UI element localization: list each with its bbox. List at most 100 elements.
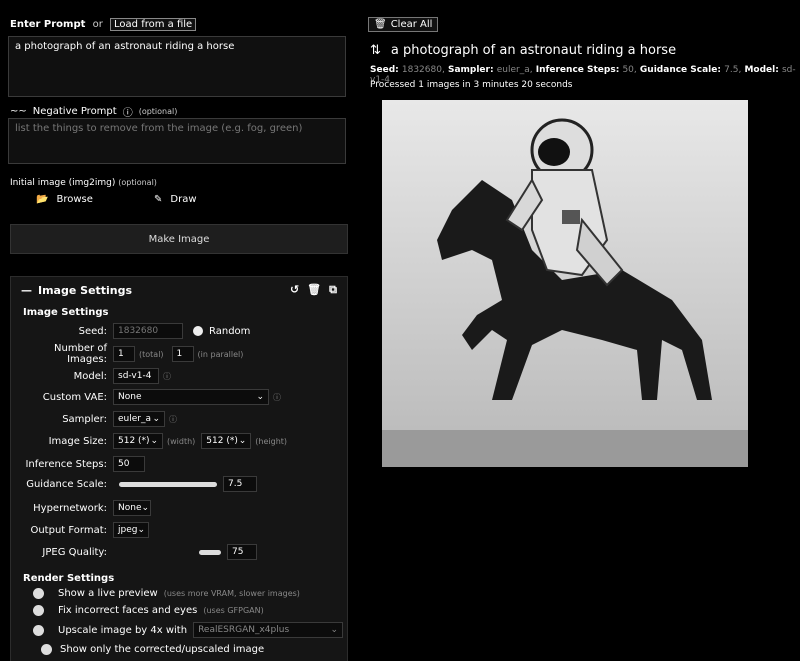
- image-settings-section-title: Image Settings: [23, 307, 109, 318]
- draw-button[interactable]: ✎ Draw: [154, 194, 197, 205]
- live-preview-checkbox[interactable]: [33, 587, 44, 599]
- height-select[interactable]: 512 (*) ⌄: [201, 433, 252, 449]
- upscale-option[interactable]: Upscale image by 4x with RealESRGAN_x4pl…: [33, 622, 353, 638]
- upscale-model-select[interactable]: RealESRGAN_x4plus ⌄: [193, 622, 344, 638]
- collapse-icon[interactable]: ⇅: [370, 43, 381, 58]
- live-preview-label: Show a live preview: [58, 587, 158, 599]
- meta-seed-label: Seed:: [370, 65, 399, 75]
- jpeg-quality-input[interactable]: 75: [227, 544, 257, 560]
- sampler-value: euler_a: [118, 414, 151, 424]
- prompt-label: Enter Prompt: [10, 19, 86, 30]
- fix-faces-option[interactable]: Fix incorrect faces and eyes (uses GFPGA…: [33, 602, 353, 618]
- fix-faces-hint: (uses GFPGAN): [203, 605, 264, 615]
- negative-prompt-label: Negative Prompt: [32, 106, 117, 117]
- astronaut-horse-image: [382, 100, 748, 467]
- chevron-down-icon: ⌄: [150, 436, 158, 446]
- guidance-scale-input[interactable]: 7.5: [223, 476, 257, 492]
- upscale-checkbox[interactable]: [33, 624, 44, 636]
- meta-guidance-label: Guidance Scale:: [639, 65, 721, 75]
- random-seed-checkbox[interactable]: [193, 326, 203, 336]
- fix-faces-checkbox[interactable]: [33, 604, 44, 616]
- make-image-button[interactable]: Make Image: [10, 224, 348, 254]
- inference-steps-input[interactable]: 50: [113, 456, 145, 472]
- jpeg-quality-row: JPEG Quality: 75: [11, 542, 347, 562]
- prompt-header: Enter Prompt or Load from a file: [10, 18, 197, 31]
- negative-prompt-toggle[interactable]: ~~ Negative Prompt ⓘ (optional): [10, 104, 177, 119]
- negative-prompt-input[interactable]: list the things to remove from the image…: [8, 118, 346, 164]
- meta-seed: 1832680,: [401, 65, 445, 75]
- image-settings-header[interactable]: — Image Settings ↺ 🗑 ⧉: [11, 277, 347, 303]
- upscale-model-value: RealESRGAN_x4plus: [198, 625, 290, 635]
- output-format-select[interactable]: jpeg ⌄: [113, 522, 149, 538]
- generated-image[interactable]: [382, 100, 748, 467]
- chevron-down-icon: ⌄: [256, 392, 264, 402]
- parallel-input[interactable]: 1: [171, 346, 194, 362]
- custom-vae-label: Custom VAE:: [42, 391, 107, 403]
- width-value: 512 (*): [118, 436, 150, 446]
- meta-guidance: 7.5,: [724, 65, 742, 75]
- chevron-down-icon: ⌄: [330, 625, 339, 635]
- model-row: Model: sd-v1-4 ⓘ: [11, 366, 347, 386]
- output-format-row: Output Format: jpeg ⌄: [11, 520, 347, 540]
- reset-icon[interactable]: ↺: [290, 283, 299, 297]
- settings-actions: ↺ 🗑 ⧉: [290, 283, 337, 297]
- clear-all-label: Clear All: [390, 19, 433, 30]
- model-label: Model:: [73, 370, 107, 382]
- guidance-scale-label: Guidance Scale:: [26, 478, 107, 490]
- pencil-icon: ✎: [154, 194, 163, 205]
- width-select[interactable]: 512 (*) ⌄: [113, 433, 163, 449]
- chevron-down-icon: ⌄: [152, 414, 160, 424]
- num-images-input[interactable]: 1: [113, 346, 135, 362]
- results-panel: 🗑 Clear All ⇅ a photograph of an astrona…: [362, 0, 800, 661]
- trash-icon: 🗑: [374, 19, 387, 30]
- help-icon: ⓘ: [273, 392, 281, 402]
- custom-vae-value: None: [118, 392, 142, 402]
- inference-steps-row: Inference Steps: 50: [11, 454, 347, 474]
- init-image-label-text: Initial image (img2img): [10, 178, 116, 188]
- jpeg-quality-slider[interactable]: [199, 549, 221, 555]
- model-select[interactable]: sd-v1-4: [113, 368, 159, 384]
- guidance-scale-slider[interactable]: [119, 481, 217, 487]
- result-title: ⇅ a photograph of an astronaut riding a …: [370, 43, 676, 58]
- render-settings-title: Render Settings: [23, 573, 115, 584]
- help-icon: ⓘ: [169, 414, 177, 424]
- init-image-label: Initial image (img2img) (optional): [10, 178, 157, 188]
- custom-vae-select[interactable]: None ⌄: [113, 389, 269, 405]
- meta-steps-label: Inference Steps:: [535, 65, 620, 75]
- browse-button[interactable]: 📂 Browse: [36, 194, 93, 205]
- trash-icon[interactable]: 🗑: [307, 283, 321, 297]
- or-text: or: [92, 19, 103, 30]
- show-only-label: Show only the corrected/upscaled image: [60, 643, 265, 655]
- height-hint: (height): [255, 436, 288, 446]
- show-only-option[interactable]: Show only the corrected/upscaled image: [41, 641, 361, 657]
- load-from-file-button[interactable]: Load from a file: [110, 18, 197, 31]
- chevron-down-icon: ⌄: [141, 503, 150, 513]
- seed-row: Seed: 1832680 Random: [11, 321, 347, 341]
- help-icon: ⓘ: [163, 371, 171, 381]
- hypernetwork-select[interactable]: None ⌄: [113, 500, 151, 516]
- hypernetwork-label: Hypernetwork:: [33, 502, 107, 514]
- width-hint: (width): [167, 436, 196, 446]
- upscale-label: Upscale image by 4x with: [58, 624, 188, 636]
- output-format-value: jpeg: [118, 525, 138, 535]
- image-settings-title: Image Settings: [38, 283, 133, 297]
- meta-steps: 50,: [622, 65, 637, 75]
- hypernetwork-value: None: [118, 503, 142, 513]
- processing-time: Processed 1 images in 3 minutes 20 secon…: [370, 80, 573, 90]
- sampler-row: Sampler: euler_a ⌄ ⓘ: [11, 409, 347, 429]
- browse-label: Browse: [56, 194, 93, 205]
- output-format-label: Output Format:: [30, 524, 107, 536]
- left-panel: Enter Prompt or Load from a file a photo…: [0, 0, 357, 661]
- custom-vae-row: Custom VAE: None ⌄ ⓘ: [11, 387, 347, 407]
- meta-model-label: Model:: [744, 65, 779, 75]
- show-only-checkbox[interactable]: [41, 643, 52, 655]
- clear-all-button[interactable]: 🗑 Clear All: [368, 17, 439, 32]
- chevron-down-icon: ⌄: [137, 525, 146, 535]
- negative-optional-label: (optional): [138, 107, 178, 116]
- live-preview-option[interactable]: Show a live preview (uses more VRAM, slo…: [33, 585, 353, 601]
- prompt-input[interactable]: a photograph of an astronaut riding a ho…: [8, 36, 346, 97]
- seed-input[interactable]: 1832680: [113, 323, 183, 339]
- sampler-select[interactable]: euler_a ⌄: [113, 411, 165, 427]
- copy-icon[interactable]: ⧉: [329, 283, 337, 297]
- image-size-label: Image Size:: [48, 435, 107, 447]
